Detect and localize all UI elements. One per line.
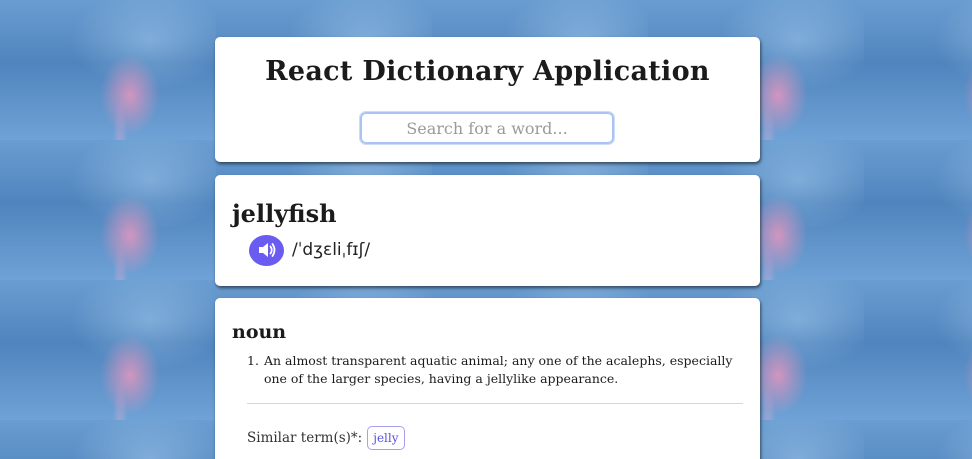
part-of-speech: noun bbox=[232, 321, 287, 343]
app-title: React Dictionary Application bbox=[265, 56, 710, 87]
meaning-card: noun 1. An almost transparent aquatic an… bbox=[215, 298, 760, 459]
word-card: jellyfish /ˈdʒɛliˌfɪʃ/ bbox=[215, 175, 760, 286]
divider bbox=[247, 403, 743, 404]
speaker-icon bbox=[258, 243, 275, 257]
definition-text: An almost transparent aquatic animal; an… bbox=[263, 353, 733, 386]
search-input[interactable] bbox=[359, 111, 615, 145]
definition-number: 1. bbox=[247, 353, 259, 368]
play-audio-button[interactable] bbox=[249, 234, 284, 266]
similar-terms-row: Similar term(s)*: jelly bbox=[247, 426, 405, 450]
header-card: React Dictionary Application bbox=[215, 37, 760, 162]
similar-terms-label: Similar term(s)*: bbox=[247, 430, 363, 446]
similar-term-chip[interactable]: jelly bbox=[367, 426, 405, 450]
phonetic-row: /ˈdʒɛliˌfɪʃ/ bbox=[249, 234, 370, 266]
headword: jellyfish bbox=[232, 199, 337, 228]
search-container bbox=[359, 111, 615, 145]
definition-list: 1. An almost transparent aquatic animal;… bbox=[247, 352, 737, 388]
phonetic-text: /ˈdʒɛliˌfɪʃ/ bbox=[292, 240, 371, 260]
definition-item: 1. An almost transparent aquatic animal;… bbox=[247, 352, 737, 388]
